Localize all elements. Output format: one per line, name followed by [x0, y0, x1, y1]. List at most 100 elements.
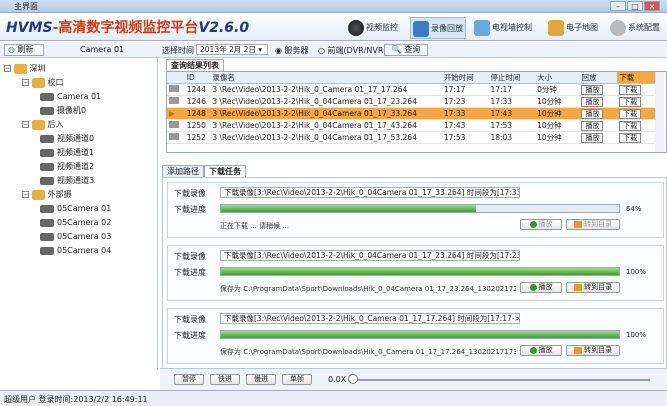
results-table: ID 录像名 开始时间 停止时间 大小 回放 下载 1244 3 \Rec\Video\201…: [167, 72, 655, 144]
tree-camera[interactable]: 05Camera 04: [4, 244, 157, 258]
table-row[interactable]: 1244 3 \Rec\Video\2013-2-2\Hik_0_Camera 0…: [167, 83, 655, 96]
query-label: 查询: [404, 45, 421, 54]
slow-button[interactable]: 慢进: [246, 374, 276, 385]
task-status: 保存为 C:\ProgramData\Sport\Downloads\Hik_0…: [220, 285, 516, 293]
tree-camera[interactable]: Camera 01: [4, 90, 157, 104]
emap-button[interactable]: 电子地图: [548, 17, 598, 39]
query-button[interactable]: 🔍 查询: [384, 44, 428, 56]
play-button[interactable]: 播放: [581, 96, 604, 107]
tree-group[interactable]: − 后入: [4, 118, 157, 132]
vertical-scrollbar[interactable]: [655, 72, 664, 152]
tree-camera[interactable]: 视频通道1: [4, 146, 157, 160]
table-row[interactable]: 1252 3 \Rec\Video\2013-2-2\Hik_0_04Camera…: [167, 131, 655, 144]
goto-folder-button[interactable]: 转到目录: [566, 282, 620, 293]
download-progress-bar: [220, 330, 620, 339]
play-button[interactable]: 播放: [581, 84, 604, 95]
table-row[interactable]: 1250 3 \Rec\Video\2013-2-2\Hik_0_04Camera…: [167, 119, 655, 132]
playback-icon: [413, 20, 429, 37]
open-button[interactable]: 播放: [520, 345, 562, 356]
goto-folder-label: 转到目录: [584, 220, 612, 228]
collapse-icon[interactable]: −: [22, 79, 29, 86]
download-task-list: 下载录像 下载录像[3:\Rec\Video\2013-2-2\Hik_0_04C…: [162, 177, 667, 377]
open-button[interactable]: 播放: [520, 219, 562, 230]
download-button[interactable]: 下载: [619, 108, 642, 119]
row-thumbnail: [167, 131, 185, 144]
step-frame-button[interactable]: 单帧: [282, 374, 312, 385]
row-thumbnail: [167, 83, 185, 96]
radio-checked-icon: ◉: [275, 46, 282, 55]
tree-camera[interactable]: 05Camera 01: [4, 202, 157, 216]
cell-download: 下载: [617, 107, 655, 120]
camera-icon: [40, 162, 54, 171]
table-row[interactable]: ▶ 1248 3 \Rec\Video\2013-2-2\Hik_0_04Camer…: [167, 107, 655, 120]
close-button[interactable]: ×: [644, 1, 660, 11]
row-marker-header: [167, 72, 185, 84]
date-picker[interactable]: 2013年 2月 2日 ▾: [196, 44, 268, 55]
live-view-button[interactable]: 视频监控: [348, 17, 398, 39]
tree-camera[interactable]: 05Camera 03: [4, 230, 157, 244]
refresh-button[interactable]: ◍ 刷新: [4, 44, 44, 56]
goto-folder-button[interactable]: 转到目录: [566, 345, 620, 356]
settings-label: 系统配置: [628, 23, 660, 32]
tree-group[interactable]: − 深圳: [4, 62, 157, 76]
download-button[interactable]: 下载: [619, 120, 642, 131]
tab-download-tasks[interactable]: 下载任务: [204, 165, 246, 177]
column-header[interactable]: 录像名: [210, 72, 442, 84]
tvwall-button[interactable]: 电视墙控制: [474, 17, 532, 39]
play-button[interactable]: 播放: [581, 132, 604, 143]
cell-play: 播放: [579, 95, 618, 108]
tree-label: 摄像机0: [57, 106, 87, 115]
play-button[interactable]: 播放: [581, 120, 604, 131]
playback-slider[interactable]: [350, 379, 650, 381]
fast-forward-button[interactable]: 快进: [210, 374, 240, 385]
camera-icon: [40, 148, 54, 157]
cell-id: 1250: [184, 119, 211, 132]
open-button[interactable]: 播放: [520, 282, 562, 293]
tree-camera[interactable]: 视频通道0: [4, 132, 157, 146]
column-header[interactable]: ID: [184, 72, 211, 84]
collapse-icon[interactable]: −: [22, 191, 29, 198]
collapse-icon[interactable]: −: [4, 65, 11, 72]
server-radio[interactable]: ◉ 服务器: [275, 45, 309, 56]
cell-play: 播放: [579, 107, 618, 120]
tree-camera[interactable]: 摄像机0: [4, 104, 157, 118]
minimize-button[interactable]: –: [610, 1, 626, 11]
tree-camera[interactable]: 视频通道3: [4, 174, 157, 188]
task-status: 正在下载 ... 请稍候 ...: [220, 222, 290, 230]
status-text: 超级用户 登录时间:2013/2/2 16:49:11: [4, 395, 148, 404]
column-header[interactable]: 停止时间: [488, 72, 536, 84]
column-header[interactable]: 大小: [535, 72, 580, 84]
tree-label: 视频通道2: [57, 162, 95, 171]
tree-label: 05Camera 02: [57, 218, 112, 227]
cell-size: 10分钟: [535, 95, 580, 108]
tree-camera[interactable]: 05Camera 02: [4, 216, 157, 230]
camera-icon: [40, 232, 54, 241]
pause-button[interactable]: 暂停: [174, 374, 204, 385]
column-header[interactable]: 回放: [579, 72, 618, 84]
download-button[interactable]: 下载: [619, 132, 642, 143]
cell-name: 3 \Rec\Video\2013-2-2\Hik_0_04Camera 01_…: [210, 131, 442, 144]
tree-group[interactable]: − 外部摄: [4, 188, 157, 202]
settings-button[interactable]: 系统配置: [610, 17, 660, 39]
column-header[interactable]: 下载: [617, 72, 655, 84]
tree-group[interactable]: − 校口: [4, 76, 157, 90]
tree-camera[interactable]: 视频通道2: [4, 160, 157, 174]
download-button[interactable]: 下载: [619, 96, 642, 107]
playback-button[interactable]: 录像回放: [410, 17, 466, 39]
tree-label: 外部摄: [47, 190, 72, 199]
date-value: 2013年 2月 2日: [200, 45, 256, 54]
column-header[interactable]: 开始时间: [441, 72, 489, 84]
table-row[interactable]: 1246 3 \Rec\Video\2013-2-2\Hik_0_04Camera…: [167, 95, 655, 108]
goto-folder-label: 转到目录: [584, 346, 612, 354]
collapse-icon[interactable]: −: [22, 121, 29, 128]
slider-handle[interactable]: [348, 374, 358, 384]
dvr-label: 前端(DVR/NVR): [327, 46, 387, 55]
goto-folder-button[interactable]: 转到目录: [566, 219, 620, 230]
maximize-button[interactable]: □: [627, 1, 643, 11]
download-button[interactable]: 下载: [619, 84, 642, 95]
tab-add-path[interactable]: 添加路径: [162, 165, 204, 177]
play-button[interactable]: 播放: [581, 108, 604, 119]
tab-query-results[interactable]: 查询结果列表: [166, 59, 224, 71]
dvr-radio[interactable]: ○ 前端(DVR/NVR): [318, 45, 387, 56]
video-icon: [169, 85, 179, 92]
